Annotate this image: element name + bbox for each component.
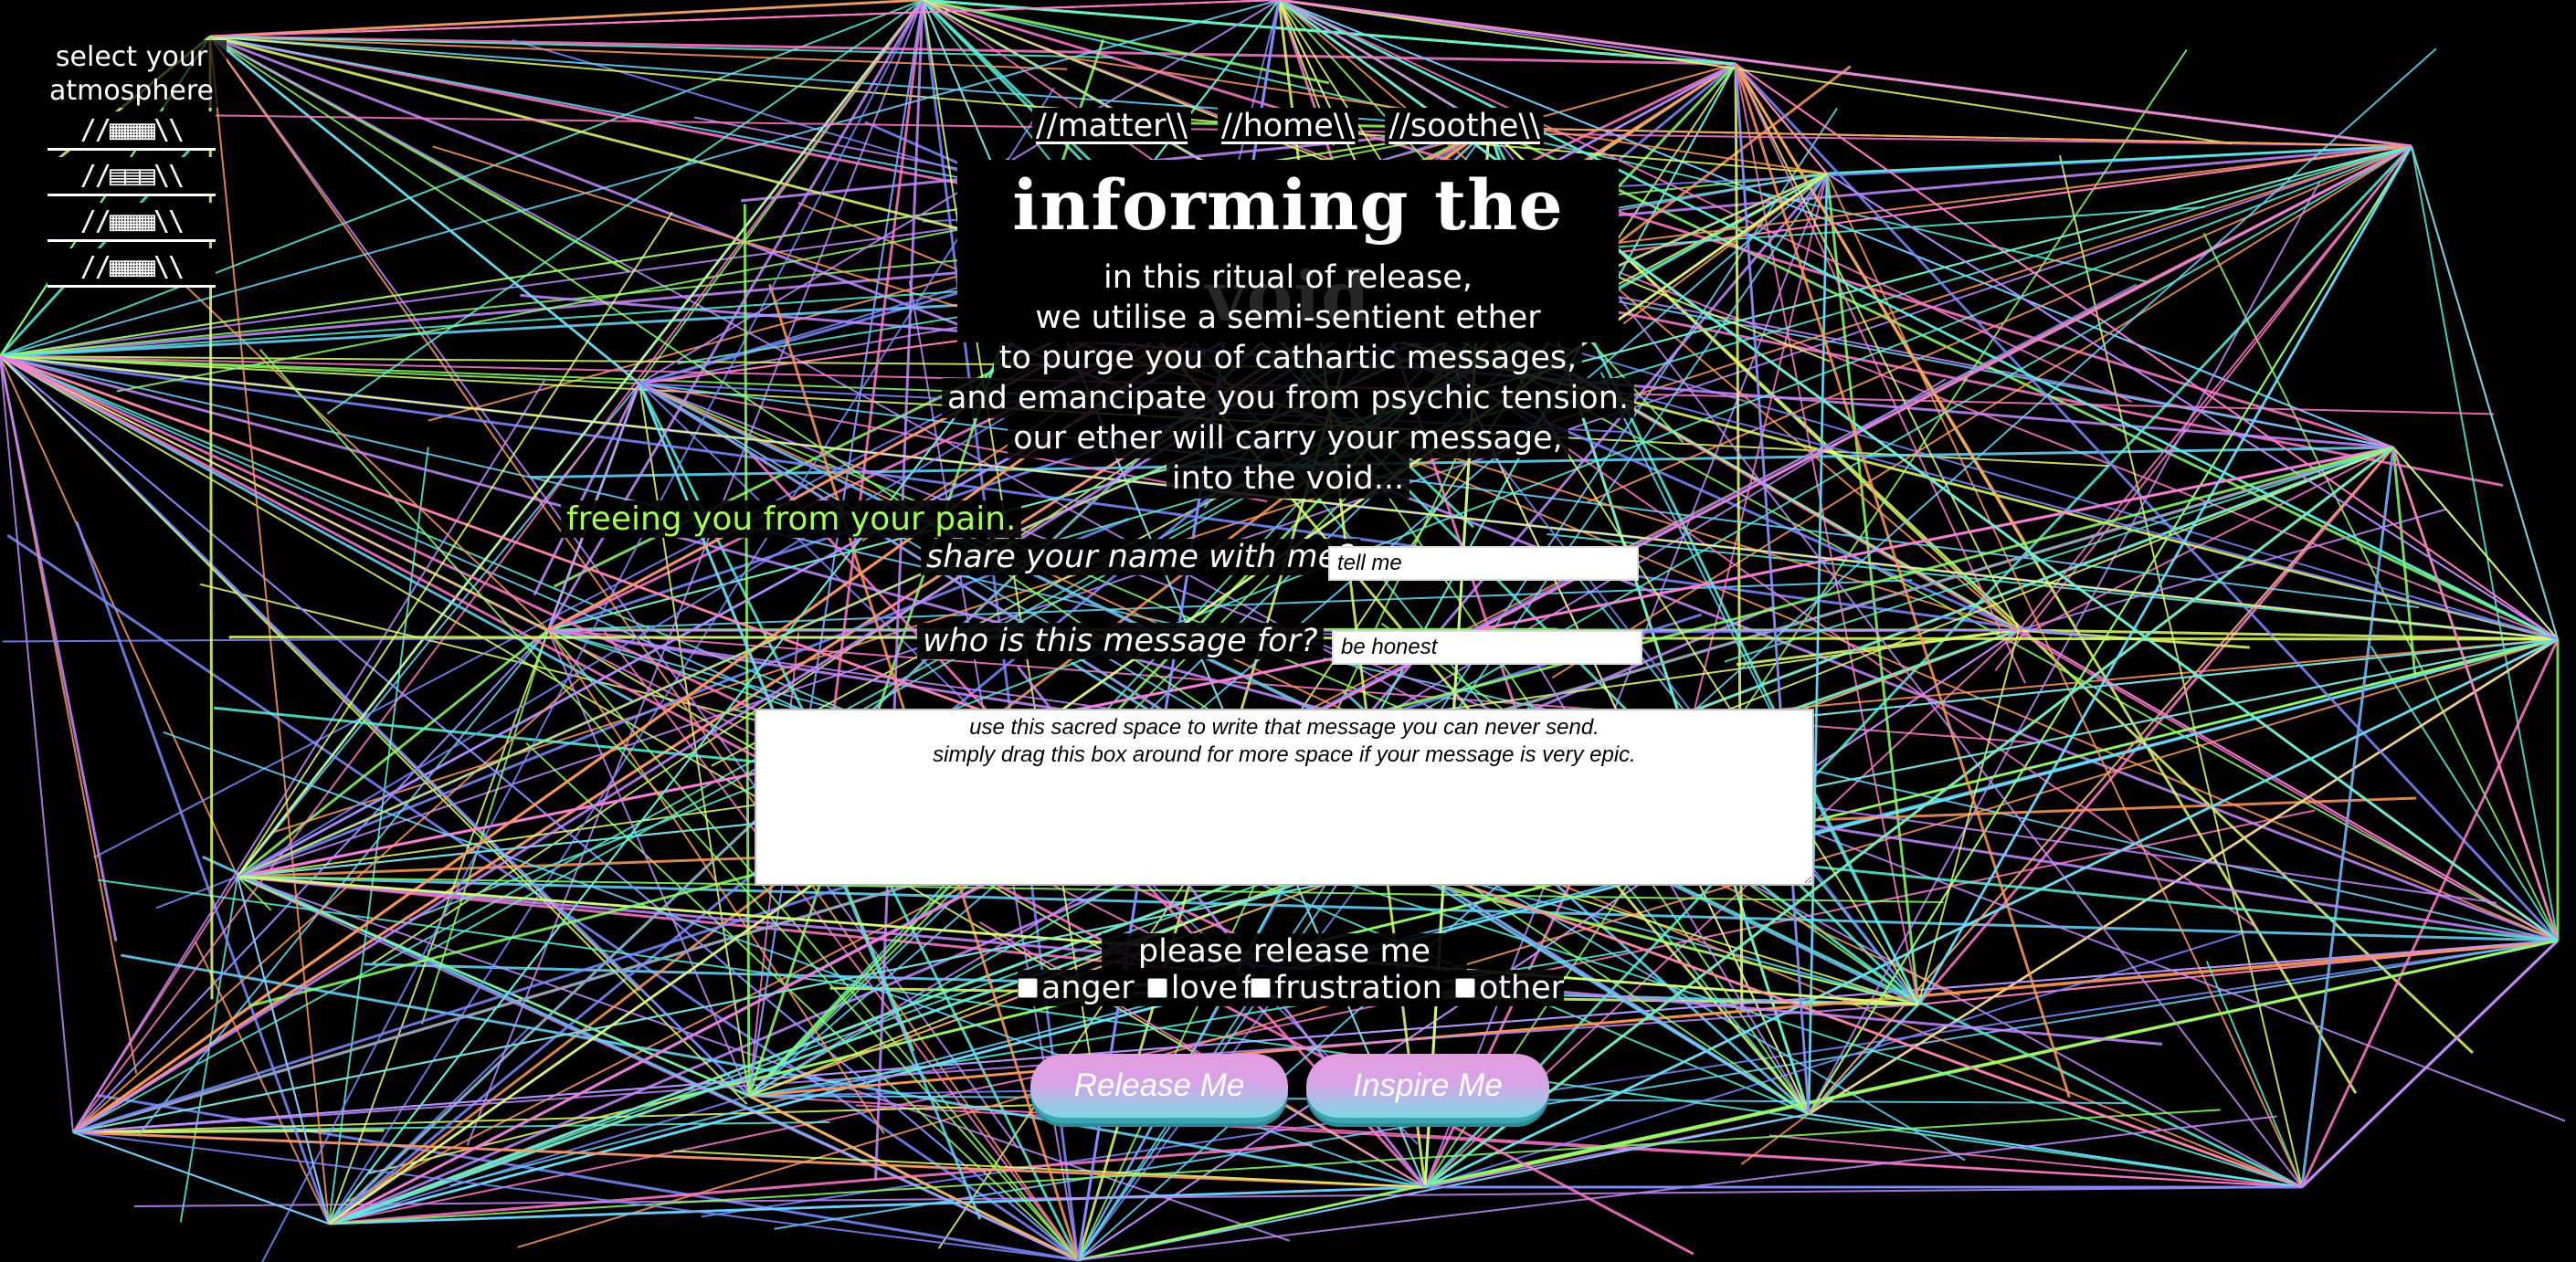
release-option-other[interactable]: other xyxy=(1454,970,1565,1006)
frustration-label: frustration xyxy=(1274,970,1442,1006)
neon-line xyxy=(2370,646,2559,941)
intro-text: in this ritual of release, we utilise a … xyxy=(822,258,1754,499)
neon-line xyxy=(0,355,238,878)
intro-line: into the void... xyxy=(1166,458,1410,499)
atmosphere-option-3[interactable]: //▦▦▦\\ xyxy=(48,203,216,242)
tagline: freeing you from your pain. xyxy=(561,500,1022,538)
neon-line xyxy=(237,876,330,1225)
atmosphere-option-1[interactable]: //▦▦▦\\ xyxy=(48,111,216,151)
recipient-label: who is this message for? xyxy=(917,623,1324,659)
neon-line xyxy=(0,355,748,1105)
release-button[interactable]: Release Me xyxy=(1030,1054,1288,1123)
release-option-frustration[interactable]: frustration xyxy=(1251,970,1442,1006)
neon-line xyxy=(2411,145,2559,941)
release-option-love[interactable]: love xyxy=(1146,970,1239,1006)
intro-line: we utilise a semi-sentient ether xyxy=(1029,298,1547,338)
neon-line xyxy=(0,355,74,1133)
other-label: other xyxy=(1478,970,1565,1006)
neon-line xyxy=(237,211,673,878)
atmosphere-option-4[interactable]: //▦▦▦\\ xyxy=(48,248,216,288)
neon-line xyxy=(0,354,751,1098)
neon-line xyxy=(1735,63,2020,631)
nav-link-soothe[interactable]: //soothe\\ xyxy=(1385,108,1544,144)
neon-line xyxy=(0,355,118,942)
inspire-button[interactable]: Inspire Me xyxy=(1306,1054,1549,1123)
neon-line xyxy=(209,0,1280,37)
nav-link-home[interactable]: //home\\ xyxy=(1218,108,1359,144)
other-checkbox[interactable] xyxy=(1454,978,1475,998)
top-nav: //matter\\ //home\\ //soothe\\ xyxy=(1032,108,1544,144)
intro-line: and emancipate you from psychic tension. xyxy=(941,378,1635,418)
anger-checkbox[interactable] xyxy=(1017,978,1038,998)
neon-line xyxy=(1735,63,2026,684)
nav-link-matter[interactable]: //matter\\ xyxy=(1032,108,1192,144)
message-textarea[interactable] xyxy=(755,709,1814,886)
release-options: anger love frustration other xyxy=(1005,970,1589,1006)
neon-line xyxy=(1916,447,2395,1005)
atmosphere-label: select your atmosphere xyxy=(37,40,227,108)
love-checkbox[interactable] xyxy=(1146,978,1167,998)
neon-line xyxy=(209,36,330,1225)
intro-line: to purge you of cathartic messages, xyxy=(993,338,1583,378)
neon-line xyxy=(209,0,924,38)
neon-line xyxy=(2392,447,2559,640)
neon-line xyxy=(155,876,238,910)
intro-line: our ether will carry your message, xyxy=(1008,418,1568,458)
neon-line xyxy=(2300,939,2560,1189)
anger-label: anger xyxy=(1040,970,1135,1006)
neon-line xyxy=(2301,447,2394,1188)
atmosphere-option-2[interactable]: //▤▤▤\\ xyxy=(48,157,216,196)
name-label: share your name with me? xyxy=(921,539,1360,575)
neon-line xyxy=(748,1095,1079,1261)
love-label: love xyxy=(1170,970,1239,1006)
neon-line xyxy=(328,1185,1426,1225)
release-option-anger[interactable]: anger xyxy=(1017,970,1135,1006)
neon-line xyxy=(72,678,580,1133)
name-input[interactable] xyxy=(1328,546,1639,581)
intro-line: in this ritual of release, xyxy=(1098,258,1478,298)
frustration-checkbox[interactable] xyxy=(1251,978,1272,998)
recipient-input[interactable] xyxy=(1332,630,1642,665)
